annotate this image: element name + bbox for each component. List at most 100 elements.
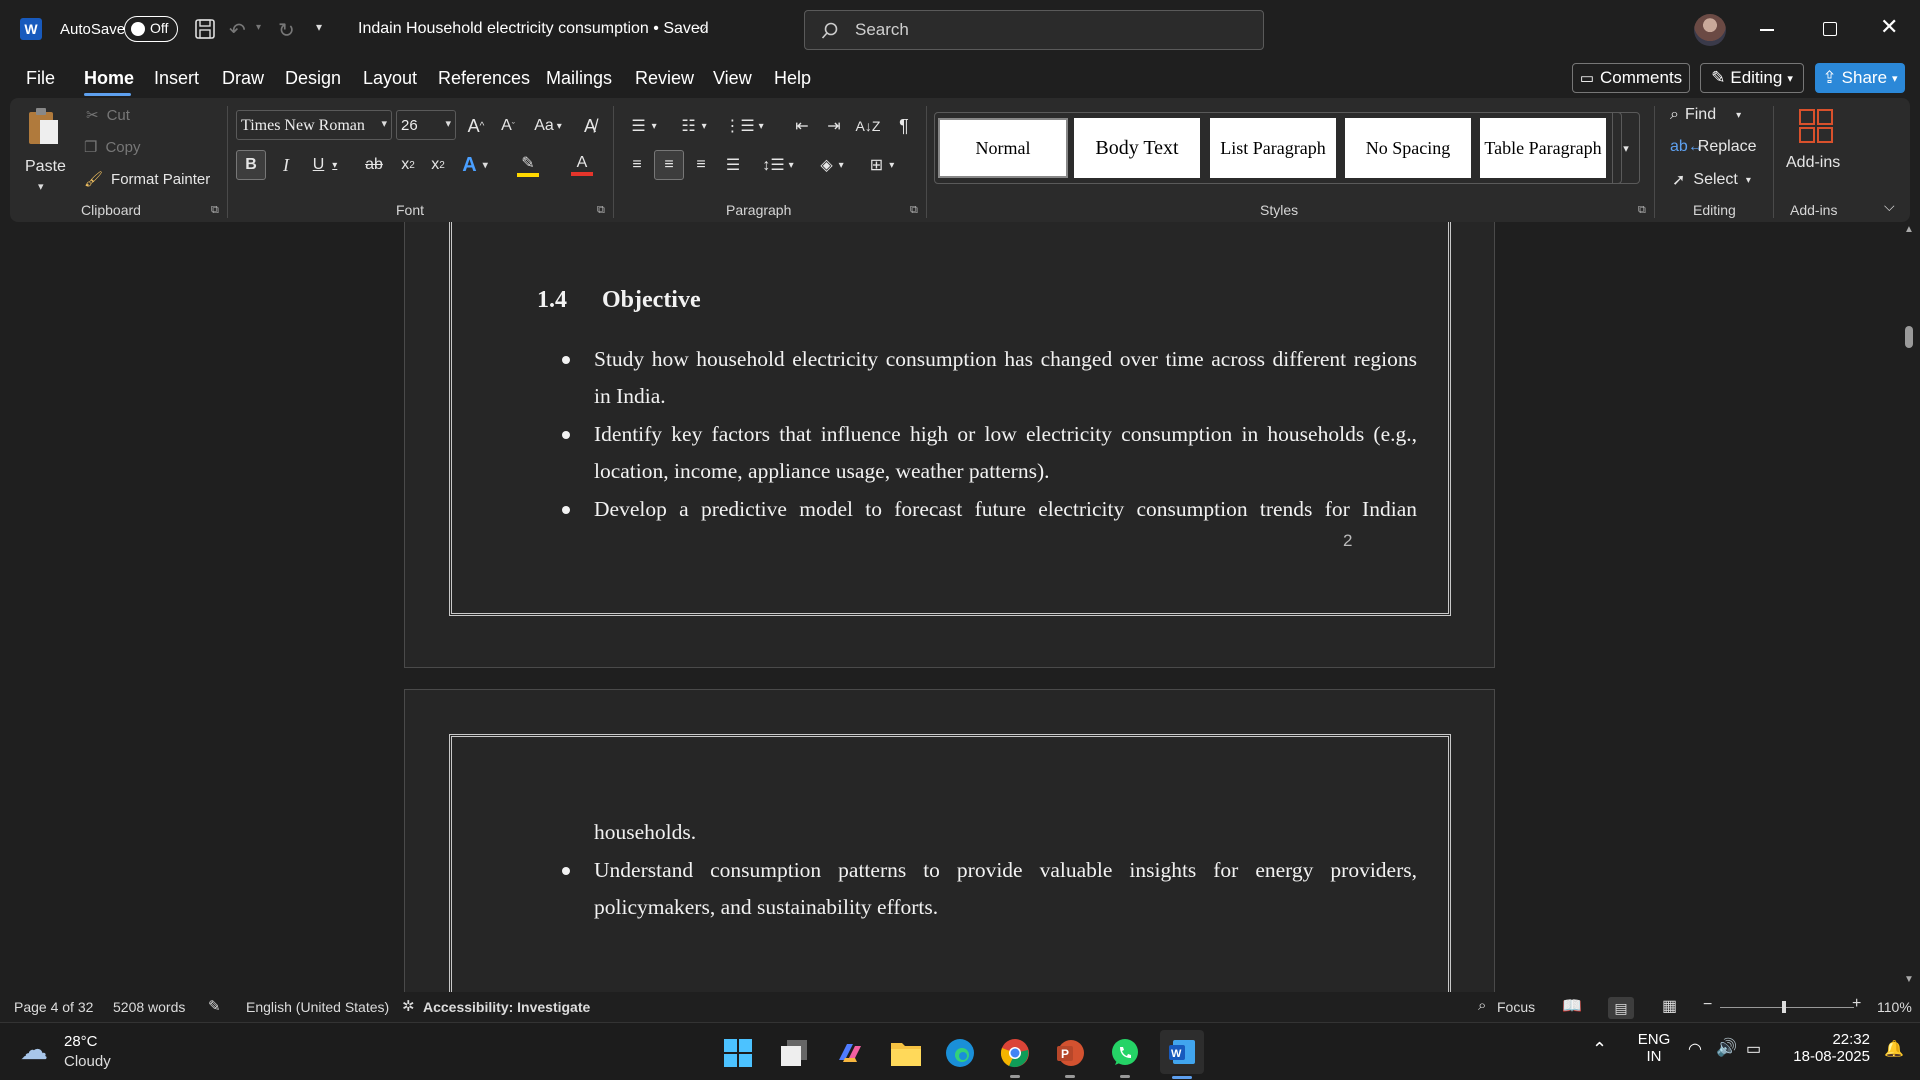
tab-draw[interactable]: Draw	[222, 68, 264, 89]
replace-button[interactable]: ab↔ Replace	[1670, 138, 1757, 156]
numbering-icon[interactable]: ☷ ▾	[672, 112, 716, 140]
language-switcher[interactable]: ENG IN	[1634, 1031, 1674, 1065]
paragraph-launcher-icon[interactable]: ⧉	[910, 204, 918, 217]
show-formatting-marks-icon[interactable]: ¶	[890, 112, 918, 140]
tab-review[interactable]: Review	[635, 68, 694, 89]
style-table-paragraph[interactable]: Table Paragraph	[1480, 118, 1606, 178]
align-right-icon[interactable]: ≡	[686, 150, 716, 180]
shading-icon[interactable]: ◈ ▾	[810, 150, 854, 180]
font-size-select[interactable]: 26 ▾	[396, 110, 456, 140]
undo-icon[interactable]: ↶	[229, 18, 246, 43]
restore-icon[interactable]	[1823, 22, 1837, 36]
editing-mode-button[interactable]: ✎ Editing ▾	[1700, 63, 1804, 93]
scroll-up-icon[interactable]: ▲	[1904, 224, 1914, 235]
document-title[interactable]: Indain Household electricity consumption…	[358, 20, 709, 38]
tab-home[interactable]: Home	[84, 68, 134, 89]
style-no-spacing[interactable]: No Spacing	[1345, 118, 1471, 178]
web-layout-icon[interactable]: ▦	[1662, 996, 1677, 1016]
multilevel-list-icon[interactable]: ⋮☰ ▾	[722, 112, 766, 140]
decrease-indent-icon[interactable]: ⇤	[788, 112, 816, 140]
zoom-level[interactable]: 110%	[1877, 999, 1912, 1015]
shrink-font-icon[interactable]: Aˇ	[494, 112, 522, 140]
addins-button[interactable]: Add-ins	[1786, 108, 1848, 188]
weather-widget[interactable]: ☁ 28°C Cloudy	[20, 1031, 160, 1075]
paste-button[interactable]: Paste ▾	[25, 106, 66, 196]
page-count[interactable]: Page 4 of 32	[14, 999, 93, 1015]
style-normal[interactable]: Normal	[938, 118, 1068, 178]
tab-references[interactable]: References	[438, 68, 530, 89]
accessibility-status[interactable]: Accessibility: Investigate	[423, 999, 590, 1015]
scroll-thumb[interactable]	[1905, 326, 1913, 348]
clipboard-launcher-icon[interactable]: ⧉	[211, 204, 219, 217]
wifi-icon[interactable]: ◠	[1688, 1039, 1702, 1059]
powerpoint-icon[interactable]: P	[1050, 1033, 1090, 1073]
clock[interactable]: 22:32 18-08-2025	[1780, 1031, 1870, 1065]
line-spacing-icon[interactable]: ↕☰ ▾	[756, 150, 800, 180]
print-layout-icon[interactable]: ▤	[1608, 997, 1634, 1019]
tab-file[interactable]: File	[26, 68, 55, 89]
autosave-toggle[interactable]: Off	[124, 16, 178, 42]
user-avatar[interactable]	[1694, 14, 1726, 46]
increase-indent-icon[interactable]: ⇥	[820, 112, 848, 140]
style-body-text[interactable]: Body Text	[1074, 118, 1200, 178]
underline-button[interactable]: U ▾	[304, 150, 346, 180]
share-button[interactable]: ⇪ Share ▾	[1815, 63, 1905, 93]
redo-icon[interactable]: ↻	[278, 18, 295, 43]
undo-dropdown-icon[interactable]: ▾	[256, 22, 261, 33]
highlight-color-icon[interactable]: ✎	[504, 150, 552, 180]
strikethrough-button[interactable]: ab	[360, 150, 388, 180]
scroll-down-icon[interactable]: ▼	[1904, 974, 1914, 985]
read-mode-icon[interactable]: 📖	[1562, 996, 1582, 1016]
select-button[interactable]: ➚ Select ▾	[1672, 170, 1751, 190]
font-launcher-icon[interactable]: ⧉	[597, 204, 605, 217]
cut-button[interactable]: ✂ Cut	[86, 106, 130, 125]
style-list-paragraph[interactable]: List Paragraph	[1210, 118, 1336, 178]
align-center-icon[interactable]: ≡	[654, 150, 684, 180]
notification-bell-icon[interactable]: 🔔	[1884, 1039, 1904, 1059]
word-count[interactable]: 5208 words	[113, 999, 185, 1015]
tab-view[interactable]: View	[713, 68, 752, 89]
proofing-icon[interactable]: ✎	[208, 997, 221, 1015]
grow-font-icon[interactable]: A ^	[462, 112, 490, 140]
bold-button[interactable]: B	[236, 150, 266, 180]
clear-formatting-icon[interactable]: A̸	[576, 112, 604, 140]
volume-icon[interactable]: 🔊	[1716, 1038, 1737, 1058]
change-case-icon[interactable]: Aa ▾	[528, 112, 568, 140]
comments-button[interactable]: ▭ Comments	[1572, 63, 1690, 93]
copilot-icon[interactable]	[830, 1033, 870, 1073]
minimize-icon[interactable]	[1760, 29, 1774, 31]
tab-design[interactable]: Design	[285, 68, 341, 89]
text-effects-icon[interactable]: A ▾	[454, 150, 496, 180]
zoom-in-icon[interactable]: +	[1852, 995, 1861, 1013]
language-indicator[interactable]: English (United States)	[246, 999, 389, 1015]
save-icon[interactable]	[194, 18, 216, 40]
justify-icon[interactable]: ☰	[718, 150, 748, 180]
tab-help[interactable]: Help	[774, 68, 811, 89]
task-view-icon[interactable]	[774, 1033, 814, 1073]
zoom-slider[interactable]	[1720, 1001, 1854, 1013]
zoom-out-icon[interactable]: −	[1703, 996, 1712, 1014]
tab-layout[interactable]: Layout	[363, 68, 417, 89]
subscript-button[interactable]: x2	[394, 150, 422, 180]
focus-button[interactable]: Focus	[1497, 999, 1535, 1015]
styles-launcher-icon[interactable]: ⧉	[1638, 204, 1646, 217]
vertical-scrollbar[interactable]: ▲ ▼	[1900, 222, 1920, 992]
zoom-slider-thumb[interactable]	[1782, 1001, 1786, 1013]
word-taskbar-icon[interactable]: W	[1160, 1030, 1204, 1074]
customize-toolbar-icon[interactable]: ▾	[316, 20, 322, 34]
copy-button[interactable]: ❐ Copy	[84, 138, 140, 157]
font-color-icon[interactable]: A	[558, 150, 606, 180]
format-painter-button[interactable]: 🖌 Format Painter	[84, 170, 210, 189]
borders-icon[interactable]: ⊞ ▾	[860, 150, 904, 180]
whatsapp-icon[interactable]	[1105, 1033, 1145, 1073]
sort-icon[interactable]: A↓Z	[854, 112, 882, 140]
align-left-icon[interactable]: ≡	[622, 150, 652, 180]
font-family-select[interactable]: Times New Roman ▾	[236, 110, 392, 140]
styles-more-icon[interactable]: ▾	[1612, 112, 1640, 184]
file-explorer-icon[interactable]	[886, 1033, 926, 1073]
close-icon[interactable]: ✕	[1880, 14, 1898, 40]
italic-button[interactable]: I	[272, 150, 300, 180]
show-hidden-icons-icon[interactable]: ⌃	[1592, 1039, 1607, 1060]
chrome-browser-icon[interactable]	[995, 1033, 1035, 1073]
windows-start-icon[interactable]	[718, 1033, 758, 1073]
